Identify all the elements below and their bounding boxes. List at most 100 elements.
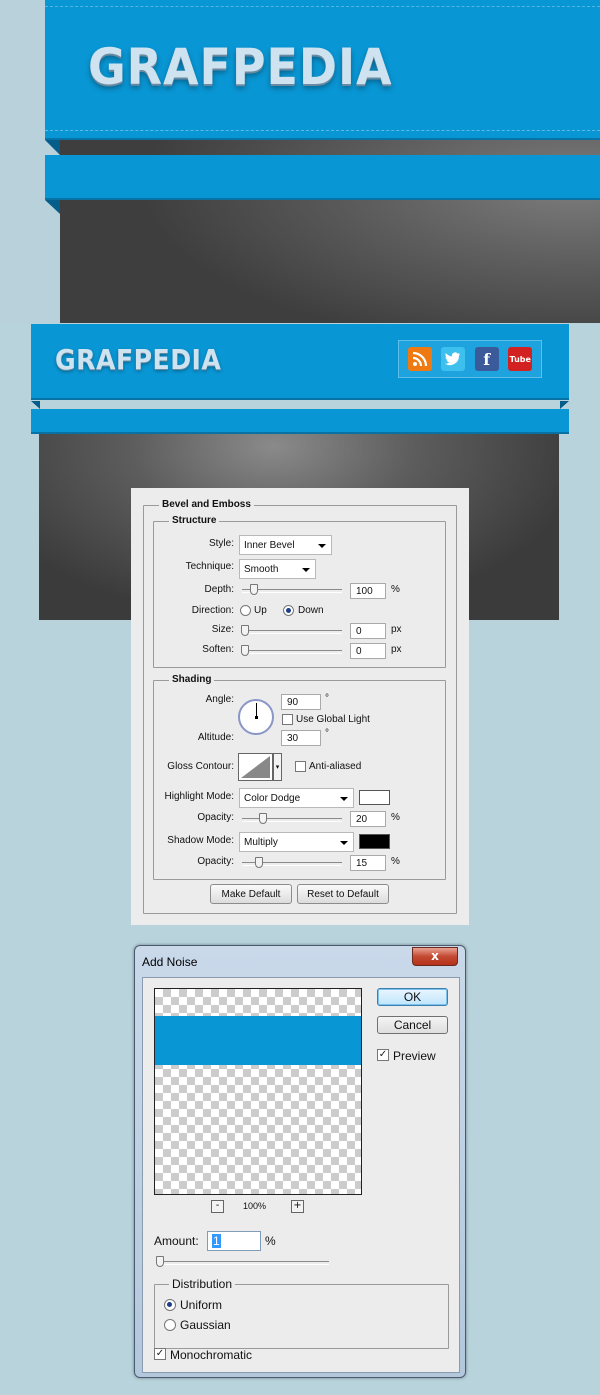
uniform-radio[interactable] — [164, 1299, 176, 1311]
direction-up-label: Up — [254, 605, 267, 616]
shadow-opacity-slider[interactable] — [242, 857, 342, 868]
zoom-level: 100% — [243, 1201, 267, 1211]
angle-unit: ° — [325, 693, 329, 704]
gaussian-label: Gaussian — [180, 1318, 231, 1332]
shading-title: Shading — [169, 674, 215, 685]
altitude-input[interactable]: 30 — [281, 730, 321, 746]
zoom-out-glyph: - — [215, 1200, 220, 1211]
amount-label: Amount: — [154, 1234, 199, 1248]
style-value: Inner Bevel — [244, 540, 295, 551]
zoom-in-button[interactable]: + — [291, 1200, 304, 1213]
youtube-icon[interactable]: Tube — [508, 347, 533, 371]
anti-aliased-label: Anti-aliased — [309, 761, 362, 772]
shadow-opacity-unit: % — [391, 856, 400, 867]
ribbon-fold — [45, 140, 60, 155]
shadow-opacity-thumb[interactable] — [255, 857, 263, 868]
highlight-opacity-input[interactable]: 20 — [350, 811, 386, 827]
monochromatic-checkbox[interactable]: ✓ — [154, 1348, 166, 1360]
cancel-button[interactable]: Cancel — [377, 1016, 448, 1034]
header-mockup-large: GRAFPEDIA — [0, 0, 600, 323]
gloss-contour-picker[interactable] — [238, 753, 273, 781]
highlight-opacity-thumb[interactable] — [259, 813, 267, 824]
highlight-mode-select[interactable]: Color Dodge — [239, 788, 354, 808]
close-icon[interactable]: x — [412, 947, 458, 966]
twitter-icon[interactable] — [441, 347, 466, 371]
shadow-color-swatch[interactable] — [359, 834, 390, 849]
nav-strip — [45, 155, 600, 200]
shadow-opacity-label: Opacity: — [197, 856, 234, 867]
depth-input[interactable]: 100 — [350, 583, 386, 599]
gaussian-radio[interactable] — [164, 1319, 176, 1331]
depth-unit: % — [391, 584, 400, 595]
ok-button[interactable]: OK — [377, 988, 448, 1006]
uniform-label: Uniform — [180, 1298, 223, 1312]
size-input[interactable]: 0 — [350, 623, 386, 639]
angle-center-dot — [255, 716, 258, 719]
size-unit: px — [391, 624, 402, 635]
amount-unit: % — [265, 1234, 276, 1248]
size-slider-thumb[interactable] — [241, 625, 249, 636]
angle-input[interactable]: 90 — [281, 694, 321, 710]
angle-dial[interactable] — [238, 699, 274, 735]
anti-aliased-checkbox[interactable] — [295, 761, 306, 772]
highlight-opacity-unit: % — [391, 812, 400, 823]
chevron-down-icon — [340, 841, 348, 845]
amount-input[interactable]: 1 — [207, 1231, 261, 1251]
highlight-mode-label: Highlight Mode: — [164, 791, 234, 802]
preview-checkbox[interactable]: ✓ — [377, 1049, 389, 1061]
size-label: Size: — [211, 624, 234, 635]
amount-value: 1 — [212, 1234, 221, 1248]
direction-label: Direction: — [191, 605, 234, 616]
amount-slider[interactable] — [156, 1256, 329, 1267]
ribbon-fold — [560, 401, 569, 409]
chevron-down-icon — [340, 797, 348, 801]
global-light-checkbox[interactable] — [282, 714, 293, 725]
structure-title: Structure — [169, 515, 220, 526]
angle-indicator — [256, 703, 257, 717]
direction-down-radio[interactable] — [283, 605, 294, 616]
depth-slider[interactable] — [242, 584, 342, 595]
amount-slider-thumb[interactable] — [156, 1256, 164, 1267]
reset-to-default-button[interactable]: Reset to Default — [297, 884, 389, 904]
bevel-emboss-panel: Bevel and Emboss Structure Style: Inner … — [131, 488, 469, 925]
title-bar[interactable]: Add Noise x — [135, 946, 465, 976]
technique-label: Technique: — [185, 561, 234, 572]
nav-strip — [31, 409, 569, 434]
shadow-opacity-input[interactable]: 15 — [350, 855, 386, 871]
facebook-icon[interactable]: f — [474, 347, 499, 371]
distribution-title: Distribution — [169, 1277, 236, 1291]
angle-label: Angle: — [205, 694, 234, 705]
soften-slider-thumb[interactable] — [241, 645, 249, 656]
depth-slider-thumb[interactable] — [250, 584, 258, 595]
direction-down-label: Down — [298, 605, 324, 616]
size-slider[interactable] — [241, 625, 342, 636]
ribbon-fold — [45, 200, 60, 214]
monochromatic-label: Monochromatic — [170, 1348, 253, 1362]
zoom-in-glyph: + — [293, 1200, 302, 1211]
soften-slider[interactable] — [241, 645, 342, 656]
highlight-opacity-slider[interactable] — [242, 813, 342, 824]
distribution-fieldset — [154, 1284, 449, 1349]
preview-canvas[interactable] — [154, 988, 362, 1195]
make-default-button[interactable]: Make Default — [210, 884, 292, 904]
shadow-mode-select[interactable]: Multiply — [239, 832, 354, 852]
soften-input[interactable]: 0 — [350, 643, 386, 659]
ribbon-fold — [31, 401, 40, 409]
soften-unit: px — [391, 644, 402, 655]
shadow-mode-label: Shadow Mode: — [167, 835, 234, 846]
style-select[interactable]: Inner Bevel — [239, 535, 332, 555]
highlight-color-swatch[interactable] — [359, 790, 390, 805]
contour-dropdown-arrow-icon[interactable]: ▾ — [273, 753, 282, 781]
gloss-contour-label: Gloss Contour: — [167, 761, 234, 772]
altitude-label: Altitude: — [197, 732, 234, 743]
technique-value: Smooth — [244, 564, 279, 575]
facebook-glyph: f — [483, 349, 491, 369]
technique-select[interactable]: Smooth — [239, 559, 316, 579]
preview-label: Preview — [393, 1049, 436, 1063]
rss-icon[interactable] — [407, 347, 432, 371]
zoom-out-button[interactable]: - — [211, 1200, 224, 1213]
add-noise-dialog: Add Noise x - 100% + OK Cancel ✓ Preview… — [134, 945, 466, 1378]
direction-up-radio[interactable] — [240, 605, 251, 616]
chevron-down-icon — [302, 568, 310, 572]
dialog-body: - 100% + OK Cancel ✓ Preview Amount: 1 %… — [142, 977, 460, 1373]
